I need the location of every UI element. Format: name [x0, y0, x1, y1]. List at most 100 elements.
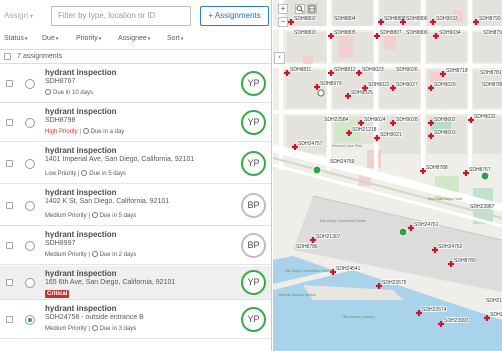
hydrant-label: SDH22584	[324, 117, 349, 123]
assignee-avatar[interactable]: YP	[241, 270, 266, 295]
assignee-avatar[interactable]: YP	[241, 151, 266, 176]
assignment-row[interactable]: hydrant inspection SDH8767 Due in 10 days Y…	[0, 65, 271, 103]
assignment-type-icon	[25, 278, 35, 288]
assign-dropdown-button[interactable]: Assign ▾	[4, 8, 46, 24]
filter-bar: Status▾ Due▾ Priority▾ Assignee▾ Sort▾	[0, 33, 271, 47]
hydrant-label: SDH24757	[298, 141, 323, 147]
status-filter-label: Status	[4, 35, 24, 42]
select-all-checkbox[interactable]	[4, 53, 11, 60]
assignment-row[interactable]: hydrant inspection 1402 K St, San Diego, …	[0, 185, 271, 226]
clock-icon	[91, 212, 98, 218]
assignment-title: hydrant inspection	[45, 304, 117, 313]
caret-down-icon: ▾	[24, 36, 28, 42]
hydrant-label: SDH24541	[336, 266, 361, 272]
search-map-button[interactable]	[295, 4, 305, 14]
hydrant-label: SDH22674	[422, 307, 447, 313]
due-filter-label: Due	[42, 35, 55, 42]
meta-separator: |	[86, 326, 92, 332]
hydrant-label: SDH9029	[434, 82, 456, 88]
basemap-button[interactable]	[307, 4, 317, 14]
assignment-location: 165 6th Ave, San Diego, California, 9210…	[45, 279, 176, 286]
hydrant-label: SDH9032	[474, 114, 496, 120]
assignment-marker[interactable]	[480, 171, 490, 181]
caret-down-icon: ▾	[98, 36, 102, 42]
filter-search-placeholder: Filter by type, location or ID	[58, 11, 156, 20]
assignment-panel: Assign ▾ Filter by type, location or ID +…	[0, 0, 272, 351]
assignment-marker[interactable]	[398, 227, 408, 237]
clock-icon	[45, 89, 51, 95]
map-view[interactable]: Pennant Lane Park San Diego Convention Ce…	[273, 0, 502, 351]
assignment-type-icon	[25, 315, 35, 325]
assignment-row[interactable]: hydrant inspection 1401 Imperial Ave, San…	[0, 143, 271, 184]
hydrant-label: SDH8807	[380, 30, 402, 36]
hydrant-label: SDH8799	[479, 16, 501, 22]
row-checkbox[interactable]	[6, 119, 13, 126]
status-filter[interactable]: Status▾	[4, 35, 27, 42]
due-label: Due in 2 days	[99, 252, 137, 258]
hydrant-label: SDH9021	[380, 132, 402, 138]
assignment-title: hydrant inspection	[45, 107, 117, 116]
sort-filter[interactable]: Sort▾	[167, 35, 183, 42]
place-label: San Diego Convention Center	[320, 219, 367, 223]
zoom-out-button[interactable]: −	[278, 17, 288, 27]
place-label: Pennant Lane Park	[332, 144, 362, 148]
hydrant-label: SDH9025	[351, 90, 373, 96]
assignment-meta: Medium Priority | Due in 2 days	[45, 251, 136, 258]
assignment-row[interactable]: hydrant inspection SDH8997 Medium Priority…	[0, 227, 271, 265]
assignee-avatar[interactable]: YP	[241, 71, 266, 96]
priority-filter[interactable]: Priority▾	[76, 35, 101, 42]
due-label: Due in 5 days	[99, 213, 137, 219]
assignment-title: hydrant inspection	[45, 188, 117, 197]
search-icon	[296, 5, 304, 13]
hydrant-label: SDH8718	[446, 68, 468, 74]
assignment-marker[interactable]	[312, 165, 322, 175]
assignee-avatar[interactable]: YP	[241, 307, 266, 332]
assignment-meta: Medium Priority | Due in 5 days	[45, 212, 136, 219]
city-block	[473, 32, 502, 62]
hydrant-label: SDH24761	[414, 222, 439, 228]
city-block	[286, 116, 326, 154]
assignment-location: SDH8798	[45, 117, 76, 124]
assignee-avatar[interactable]: BP	[241, 233, 266, 258]
building	[339, 36, 353, 58]
assignee-filter[interactable]: Assignee▾	[118, 35, 150, 42]
assignment-meta: Due in 10 days	[45, 89, 93, 96]
assignee-avatar[interactable]: BP	[241, 193, 266, 218]
due-filter[interactable]: Due▾	[42, 35, 58, 42]
hydrant-label: SDH9033	[436, 16, 458, 22]
row-checkbox[interactable]	[6, 242, 13, 249]
city-block	[380, 70, 420, 108]
zoom-in-button[interactable]: +	[278, 4, 288, 14]
add-assignments-button[interactable]: + Assignments	[200, 6, 269, 26]
assignee-avatar[interactable]: YP	[241, 110, 266, 135]
filter-search-input[interactable]: Filter by type, location or ID	[51, 6, 191, 26]
hydrant-label: SDH2138	[490, 312, 502, 318]
assignment-row[interactable]: hydrant inspection SDH24758 - outside ent…	[0, 301, 271, 339]
assignment-meta: Medium Priority | Due in 3 days	[45, 325, 136, 332]
assignment-type-icon	[25, 118, 35, 128]
assignment-title: hydrant inspection	[45, 68, 117, 77]
assignment-row[interactable]: hydrant inspection 165 6th Ave, San Diego…	[0, 266, 271, 300]
caret-down-icon: ▾	[180, 36, 184, 42]
hydrant-label: SDH8781	[480, 70, 502, 76]
row-checkbox[interactable]	[6, 279, 13, 286]
hydrant-label: SDH8789	[454, 258, 476, 264]
map-canvas[interactable]: Pennant Lane Park San Diego Convention Ce…	[273, 0, 502, 351]
toolbar: Assign ▾ Filter by type, location or ID +…	[0, 0, 271, 32]
caret-down-icon: ▾	[147, 36, 151, 42]
hydrant-label: SDH21307	[316, 234, 341, 240]
due-label: Due in 10 days	[53, 90, 94, 96]
priority-label: Low Priority	[45, 171, 77, 177]
collapse-panel-toggle[interactable]: ‹	[274, 52, 285, 64]
assignment-meta: Low Priority | Due in 5 days	[45, 170, 126, 177]
assignment-marker[interactable]	[317, 89, 325, 97]
hydrant-label: SDH23987	[470, 204, 495, 210]
due-label: Due in 3 days	[99, 326, 137, 332]
row-checkbox[interactable]	[6, 202, 13, 209]
assignment-location: SDH8767	[45, 78, 76, 85]
assignment-row[interactable]: hydrant inspection SDH8798 High Priority |…	[0, 104, 271, 142]
row-checkbox[interactable]	[6, 160, 13, 167]
row-checkbox[interactable]	[6, 316, 13, 323]
priority-filter-label: Priority	[76, 35, 98, 42]
row-checkbox[interactable]	[6, 80, 13, 87]
